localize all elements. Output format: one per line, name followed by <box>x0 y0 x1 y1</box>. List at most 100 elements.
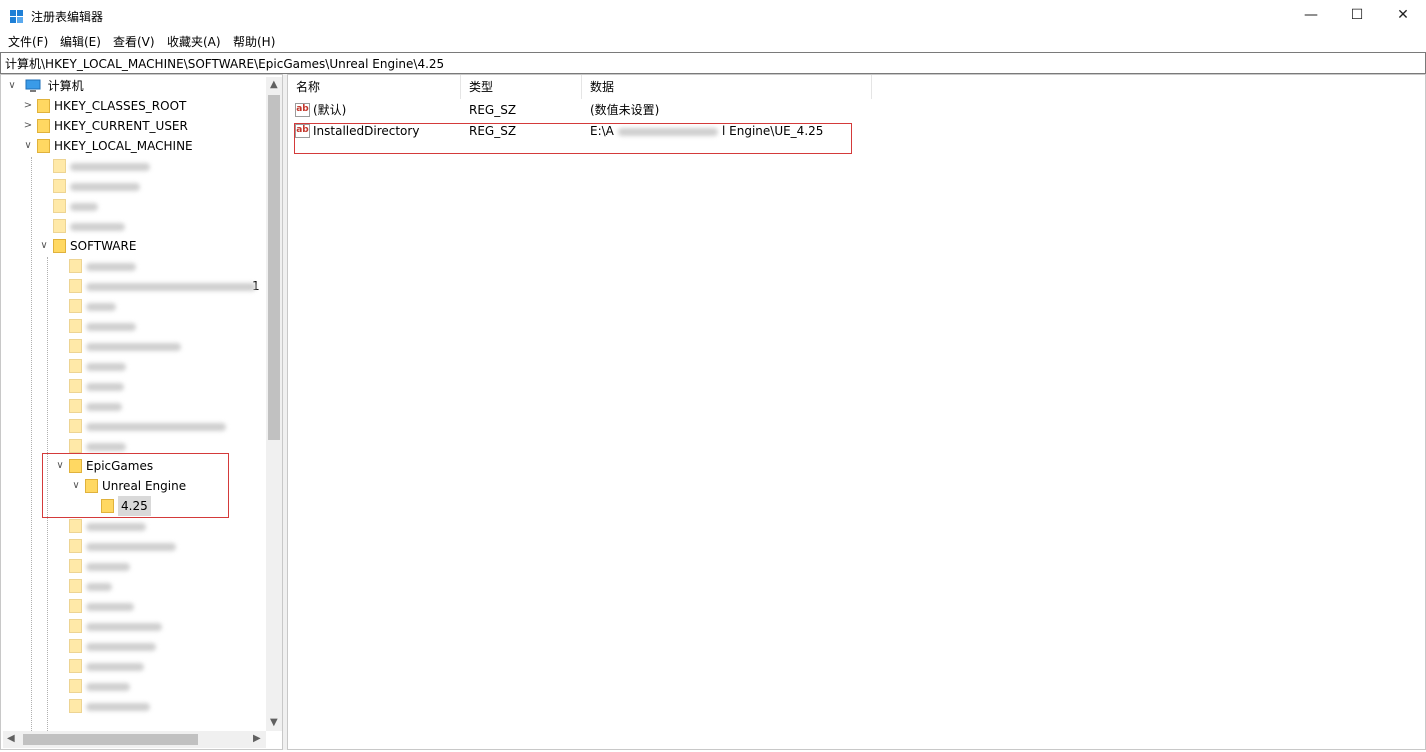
folder-icon <box>69 599 82 613</box>
tree-node-hklm[interactable]: ∨ HKEY_LOCAL_MACHINE <box>21 136 193 156</box>
value-data: (数值未设置) <box>590 103 660 117</box>
minimize-button[interactable]: — <box>1288 0 1334 30</box>
tree-label-hkcu: HKEY_CURRENT_USER <box>54 119 188 133</box>
tree-node-blurred[interactable] <box>53 676 130 696</box>
folder-icon <box>53 179 66 193</box>
scroll-left-icon[interactable]: ◀ <box>7 733 15 744</box>
folder-icon <box>69 619 82 633</box>
folder-icon <box>69 659 82 673</box>
folder-icon <box>69 699 82 713</box>
folder-icon <box>69 259 82 273</box>
window-title: 注册表编辑器 <box>31 10 104 24</box>
tree-label-hklm: HKEY_LOCAL_MACHINE <box>54 139 193 153</box>
menu-help[interactable]: 帮助(H) <box>233 33 275 50</box>
tree-node-blurred[interactable] <box>53 516 146 536</box>
folder-icon <box>69 399 82 413</box>
tree-node-blurred[interactable] <box>53 356 126 376</box>
computer-icon <box>25 79 41 92</box>
folder-icon <box>69 299 82 313</box>
folder-icon <box>69 439 82 453</box>
tree-label-software: SOFTWARE <box>70 239 137 253</box>
value-row[interactable]: ab (默认) REG_SZ (数值未设置) <box>288 100 888 121</box>
value-name: (默认) <box>313 103 347 117</box>
registry-tree-pane[interactable]: ∨ 计算机 > HKEY_CLASSES_ROOT > HKEY_CURRENT_U… <box>0 74 283 750</box>
tree-node-blurred[interactable] <box>53 296 116 316</box>
folder-icon <box>53 159 66 173</box>
folder-icon <box>53 199 66 213</box>
tree-node-blurred[interactable] <box>37 156 150 176</box>
scroll-down-icon[interactable]: ▼ <box>270 717 278 728</box>
tree-node-blurred[interactable] <box>53 256 136 276</box>
menu-edit[interactable]: 编辑(E) <box>60 33 101 50</box>
tree-node-hkcu[interactable]: > HKEY_CURRENT_USER <box>21 116 188 136</box>
tree-node-software[interactable]: ∨ SOFTWARE <box>37 236 136 256</box>
tree-node-blurred[interactable] <box>37 216 125 236</box>
scroll-right-icon[interactable]: ▶ <box>253 733 261 744</box>
highlight-box-tree <box>42 453 229 518</box>
menu-view[interactable]: 查看(V) <box>113 33 155 50</box>
chevron-down-icon[interactable]: ∨ <box>5 76 19 96</box>
tree-node-blurred[interactable]: 1 <box>53 276 260 296</box>
folder-icon <box>69 279 82 293</box>
folder-icon <box>53 239 66 253</box>
tree-node-blurred[interactable] <box>53 576 112 596</box>
ab-string-icon: ab <box>295 103 310 117</box>
scrollbar-thumb[interactable] <box>268 95 280 440</box>
chevron-down-icon[interactable]: ∨ <box>21 136 35 156</box>
tree-node-blurred[interactable] <box>37 176 140 196</box>
tree-node-hkcr[interactable]: > HKEY_CLASSES_ROOT <box>21 96 186 116</box>
folder-icon <box>69 519 82 533</box>
scroll-up-icon[interactable]: ▲ <box>270 79 278 90</box>
value-type: REG_SZ <box>469 103 517 117</box>
tree-node-blurred[interactable] <box>53 376 124 396</box>
tree-label-hkcr: HKEY_CLASSES_ROOT <box>54 99 187 113</box>
close-button[interactable]: ✕ <box>1380 0 1426 30</box>
tree-node-blurred[interactable] <box>53 556 130 576</box>
folder-icon <box>69 319 82 333</box>
tree-guide <box>31 157 32 747</box>
registry-values-pane[interactable]: 名称 类型 数据 ab (默认) REG_SZ (数值未设置) ab Insta… <box>287 74 1426 750</box>
folder-icon <box>37 99 50 113</box>
column-header-data[interactable]: 数据 <box>582 75 872 99</box>
address-path[interactable]: 计算机\HKEY_LOCAL_MACHINE\SOFTWARE\EpicGame… <box>5 55 444 72</box>
tree-node-blurred[interactable] <box>53 596 134 616</box>
tree-node-computer[interactable]: ∨ 计算机 <box>5 76 84 96</box>
folder-icon <box>69 579 82 593</box>
title-bar: 注册表编辑器 — ☐ ✕ <box>0 0 1426 32</box>
scrollbar-thumb[interactable] <box>23 734 198 745</box>
folder-icon <box>69 379 82 393</box>
tree-label-computer: 计算机 <box>47 79 84 93</box>
folder-icon <box>37 119 50 133</box>
menu-file[interactable]: 文件(F) <box>8 33 48 50</box>
folder-icon <box>69 359 82 373</box>
tree-node-blurred[interactable] <box>53 636 156 656</box>
column-header-type[interactable]: 类型 <box>461 75 582 99</box>
menu-favorites[interactable]: 收藏夹(A) <box>167 33 221 50</box>
column-header-name[interactable]: 名称 <box>288 75 461 99</box>
tree-node-blurred[interactable] <box>53 316 136 336</box>
tree-node-blurred[interactable] <box>53 396 122 416</box>
folder-icon <box>53 219 66 233</box>
chevron-right-icon[interactable]: > <box>21 96 35 116</box>
tree-node-blurred[interactable] <box>53 616 162 636</box>
chevron-down-icon[interactable]: ∨ <box>37 236 51 256</box>
folder-icon <box>69 419 82 433</box>
regedit-app-icon <box>10 10 23 23</box>
highlight-box-value <box>294 123 852 154</box>
maximize-button[interactable]: ☐ <box>1334 0 1380 30</box>
menu-bar: 文件(F) 编辑(E) 查看(V) 收藏夹(A) 帮助(H) <box>0 31 1426 51</box>
chevron-right-icon[interactable]: > <box>21 116 35 136</box>
tree-node-blurred[interactable] <box>53 416 226 436</box>
tree-node-blurred[interactable] <box>53 336 181 356</box>
tree-node-blurred[interactable] <box>53 656 144 676</box>
tree-vertical-scrollbar[interactable]: ▲ ▼ <box>266 77 282 731</box>
address-bar[interactable]: 计算机\HKEY_LOCAL_MACHINE\SOFTWARE\EpicGame… <box>0 52 1426 74</box>
folder-icon <box>69 639 82 653</box>
folder-icon <box>69 339 82 353</box>
tree-node-blurred[interactable] <box>53 536 176 556</box>
folder-icon <box>69 559 82 573</box>
folder-icon <box>69 539 82 553</box>
tree-node-blurred[interactable] <box>53 696 150 716</box>
tree-horizontal-scrollbar[interactable]: ◀ ▶ <box>3 731 266 748</box>
tree-node-blurred[interactable] <box>37 196 98 216</box>
